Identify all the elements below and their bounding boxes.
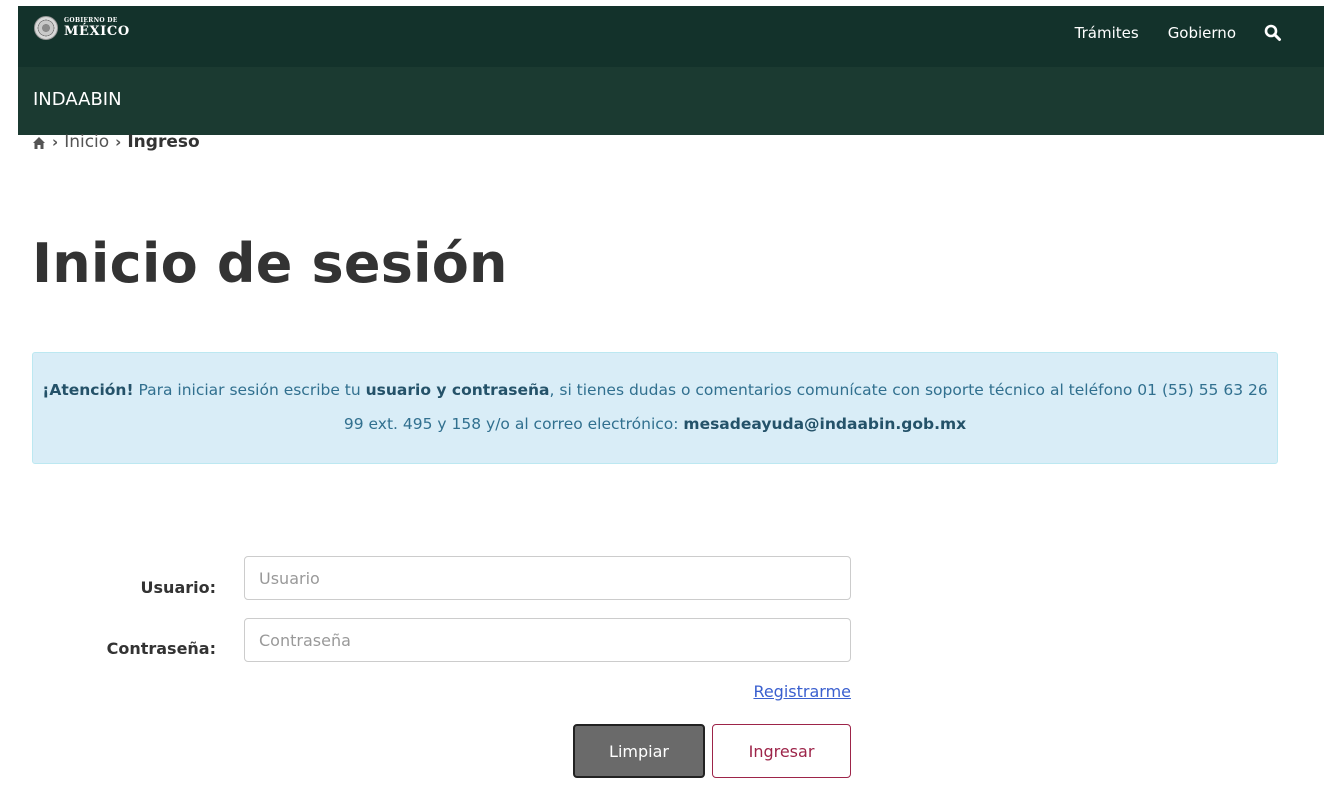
alert-text-1: Para iniciar sesión escribe tu xyxy=(133,381,366,399)
breadcrumb-separator: › xyxy=(52,133,59,151)
top-nav: Trámites Gobierno xyxy=(1046,24,1282,42)
breadcrumb: › Inicio › Ingreso xyxy=(32,132,200,152)
breadcrumb-item-inicio[interactable]: Inicio xyxy=(64,132,109,152)
nav-link-tramites[interactable]: Trámites xyxy=(1075,24,1139,42)
attention-alert: ¡Atención! Para iniciar sesión escribe t… xyxy=(32,352,1278,464)
alert-bold-credentials: usuario y contraseña xyxy=(365,381,550,399)
submit-button[interactable]: Ingresar xyxy=(712,724,851,778)
breadcrumb-item-ingreso: Ingreso xyxy=(127,132,200,152)
alert-lead: ¡Atención! xyxy=(42,381,134,399)
alert-email: mesadeayuda@indaabin.gob.mx xyxy=(683,415,967,433)
password-label: Contraseña: xyxy=(106,639,216,658)
breadcrumb-separator: › xyxy=(115,133,122,151)
gobierno-mexico-logo[interactable]: GOBIERNO DE MÉXICO xyxy=(34,16,130,40)
nav-link-gobierno[interactable]: Gobierno xyxy=(1168,24,1236,42)
national-seal-icon xyxy=(34,16,58,40)
clear-button[interactable]: Limpiar xyxy=(573,724,705,778)
register-link[interactable]: Registrarme xyxy=(753,682,851,701)
home-icon[interactable] xyxy=(32,135,46,149)
user-label: Usuario: xyxy=(140,578,216,597)
user-input[interactable] xyxy=(244,556,851,600)
search-icon[interactable] xyxy=(1264,24,1282,42)
page-title: Inicio de sesión xyxy=(32,232,508,295)
password-input[interactable] xyxy=(244,618,851,662)
logo-big-text: MÉXICO xyxy=(64,24,130,39)
site-subheader: INDAABIN xyxy=(18,67,1324,135)
top-header: GOBIERNO DE MÉXICO Trámites Gobierno xyxy=(18,6,1324,67)
site-title[interactable]: INDAABIN xyxy=(33,89,122,110)
